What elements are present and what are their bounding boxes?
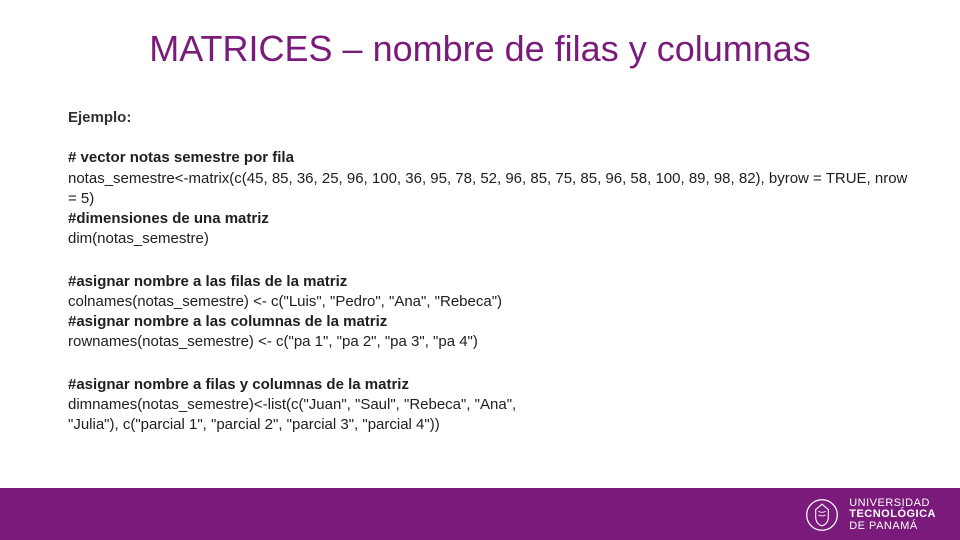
content-area: Ejemplo: # vector notas semestre por fil… (68, 108, 920, 457)
code-block-1: # vector notas semestre por fila notas_s… (68, 148, 920, 249)
logo-line-3: DE PANAMÁ (849, 521, 936, 533)
code-line: colnames(notas_semestre) <- c("Luis", "P… (68, 292, 920, 312)
comment-line: #asignar nombre a filas y columnas de la… (68, 375, 920, 395)
code-block-2: #asignar nombre a las filas de la matriz… (68, 272, 920, 353)
comment-line: #dimensiones de una matriz (68, 209, 920, 229)
footer-bar: UNIVERSIDAD TECNOLÓGICA DE PANAMÁ (0, 488, 960, 540)
code-line: rownames(notas_semestre) <- c("pa 1", "p… (68, 332, 920, 352)
comment-line: # vector notas semestre por fila (68, 148, 920, 168)
code-line: "Julia"), c("parcial 1", "parcial 2", "p… (68, 415, 920, 435)
comment-line: #asignar nombre a las filas de la matriz (68, 272, 920, 292)
code-line: notas_semestre<-matrix(c(45, 85, 36, 25,… (68, 169, 920, 210)
code-line: dimnames(notas_semestre)<-list(c("Juan",… (68, 395, 920, 415)
university-logo: UNIVERSIDAD TECNOLÓGICA DE PANAMÁ (803, 496, 936, 534)
slide: MATRICES – nombre de filas y columnas Ej… (0, 0, 960, 540)
example-label: Ejemplo: (68, 108, 920, 128)
code-line: dim(notas_semestre) (68, 229, 920, 249)
slide-title: MATRICES – nombre de filas y columnas (0, 28, 960, 70)
logo-text: UNIVERSIDAD TECNOLÓGICA DE PANAMÁ (849, 498, 936, 533)
comment-line: #asignar nombre a las columnas de la mat… (68, 312, 920, 332)
code-block-3: #asignar nombre a filas y columnas de la… (68, 375, 920, 436)
logo-icon (803, 496, 841, 534)
